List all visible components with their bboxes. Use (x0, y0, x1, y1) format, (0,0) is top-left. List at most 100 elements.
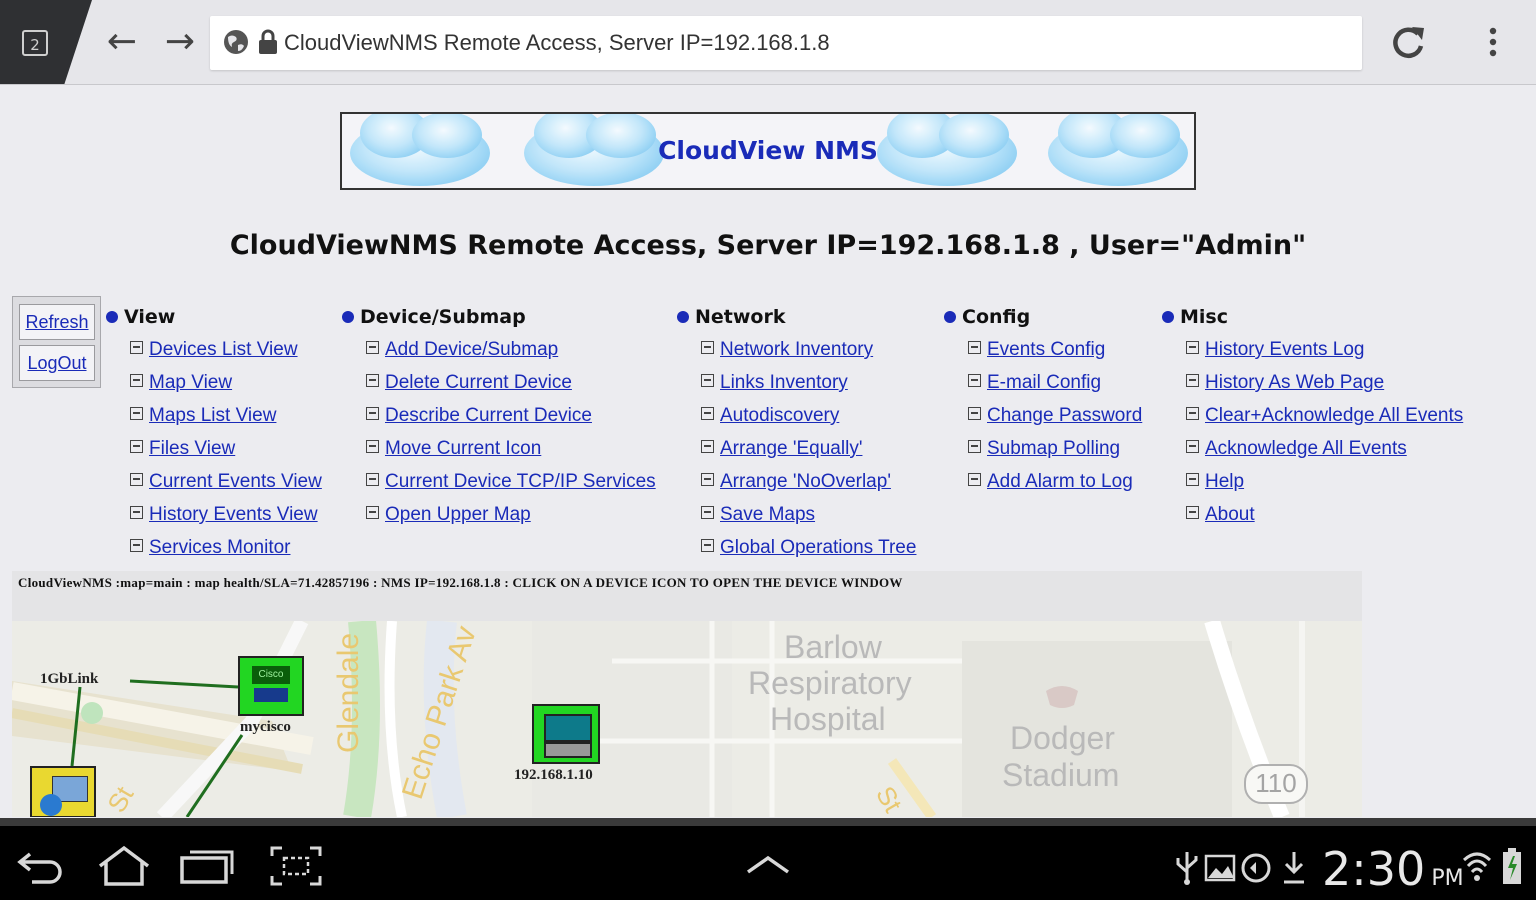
menu-misc: Misc History Events Log History As Web P… (1162, 306, 1463, 525)
minus-box-icon (130, 341, 143, 354)
usb-icon (1176, 852, 1198, 885)
menu-item-save-maps[interactable]: Save Maps (701, 504, 916, 537)
bullet-icon (342, 311, 354, 323)
home-icon[interactable] (94, 844, 154, 888)
cisco-router-icon[interactable]: Cisco (238, 656, 304, 716)
menu-item-arrange-nooverlap[interactable]: Arrange 'NoOverlap' (701, 471, 916, 504)
network-map[interactable]: Barlow Respiratory Hospital Dodger Stadi… (12, 621, 1362, 817)
menu-config: Config Events Config E-mail Config Chang… (944, 306, 1142, 492)
chevron-up-icon[interactable] (744, 852, 792, 876)
screenshot-icon[interactable] (270, 846, 322, 886)
menu-item-autodiscovery[interactable]: Autodiscovery (701, 405, 916, 438)
minus-box-icon (130, 440, 143, 453)
menu-item-global-operations-tree[interactable]: Global Operations Tree (701, 537, 916, 570)
battery-icon (1503, 848, 1521, 884)
map-place-label: Hospital (770, 701, 886, 737)
menu-item-services-monitor[interactable]: Services Monitor (130, 537, 322, 570)
menu-item-describe-device[interactable]: Describe Current Device (366, 405, 656, 438)
menu-item-about[interactable]: About (1186, 504, 1463, 537)
refresh-button[interactable]: Refresh (19, 304, 95, 340)
menu-item-tcpip-services[interactable]: Current Device TCP/IP Services (366, 471, 656, 504)
menu-item-history-events-log[interactable]: History Events Log (1186, 339, 1463, 372)
map-place-label: Stadium (1002, 757, 1120, 793)
highway-shield: 110 (1244, 764, 1308, 804)
minus-box-icon (701, 506, 714, 519)
cisco-icon-label: Cisco (252, 666, 290, 684)
menu-item-add-device[interactable]: Add Device/Submap (366, 339, 656, 372)
menu-device-submap: Device/Submap Add Device/Submap Delete C… (342, 306, 656, 525)
tab-switcher-button[interactable]: 2 (0, 0, 92, 84)
monitor-icon (544, 714, 592, 742)
gallery-icon (1204, 854, 1236, 882)
page-title: CloudViewNMS Remote Access, Server IP=19… (229, 230, 1307, 261)
menu-item-map-view[interactable]: Map View (130, 372, 322, 405)
menu-item-move-icon[interactable]: Move Current Icon (366, 438, 656, 471)
menu-item-files-view[interactable]: Files View (130, 438, 322, 471)
minus-box-icon (1186, 506, 1199, 519)
menu-item-delete-device[interactable]: Delete Current Device (366, 372, 656, 405)
reload-icon[interactable] (1386, 20, 1430, 64)
menu-item-current-events-view[interactable]: Current Events View (130, 471, 322, 504)
network-device-icon[interactable] (30, 766, 96, 817)
menu-item-devices-list-view[interactable]: Devices List View (130, 339, 322, 372)
map-status-line: CloudViewNMS :map=main : map health/SLA=… (12, 571, 1362, 621)
minus-box-icon (968, 374, 981, 387)
overflow-menu-icon[interactable] (1478, 22, 1508, 62)
menu-item-clear-acknowledge[interactable]: Clear+Acknowledge All Events (1186, 405, 1463, 438)
minus-box-icon (1186, 473, 1199, 486)
map-place-label: Dodger (1010, 720, 1115, 756)
menu-item-history-events-view[interactable]: History Events View (130, 504, 322, 537)
menu-item-acknowledge-all[interactable]: Acknowledge All Events (1186, 438, 1463, 471)
bullet-icon (944, 311, 956, 323)
bullet-icon (1162, 311, 1174, 323)
minus-box-icon (701, 539, 714, 552)
minus-box-icon (130, 374, 143, 387)
wifi-icon (1462, 852, 1492, 881)
minus-box-icon (366, 473, 379, 486)
keyboard-icon (544, 742, 592, 758)
address-bar[interactable]: CloudViewNMS Remote Access, Server IP=19… (210, 16, 1362, 70)
device-label[interactable]: mycisco (240, 719, 291, 736)
minus-box-icon (1186, 407, 1199, 420)
menu-item-submap-polling[interactable]: Submap Polling (968, 438, 1142, 471)
back-icon[interactable] (16, 846, 66, 886)
banner-title: CloudView NMS (658, 136, 878, 165)
map-place-label: Barlow (784, 629, 882, 665)
menu-item-history-web-page[interactable]: History As Web Page (1186, 372, 1463, 405)
menu-item-arrange-equally[interactable]: Arrange 'Equally' (701, 438, 916, 471)
menu-item-open-upper-map[interactable]: Open Upper Map (366, 504, 656, 537)
globe-icon (40, 794, 62, 816)
lock-icon (259, 29, 277, 54)
map-place-label: Respiratory (748, 665, 912, 701)
menu-heading: View (106, 306, 175, 334)
minus-box-icon (130, 506, 143, 519)
menu-item-links-inventory[interactable]: Links Inventory (701, 372, 916, 405)
minus-box-icon (968, 341, 981, 354)
menu-item-maps-list-view[interactable]: Maps List View (130, 405, 322, 438)
minus-box-icon (701, 407, 714, 420)
link-label[interactable]: 1GbLink (40, 671, 98, 688)
tab-count-badge: 2 (22, 30, 48, 56)
logout-button[interactable]: LogOut (19, 345, 95, 381)
minus-box-icon (701, 374, 714, 387)
back-arrow-icon[interactable]: ← (100, 20, 144, 64)
menu-item-network-inventory[interactable]: Network Inventory (701, 339, 916, 372)
minus-box-icon (130, 407, 143, 420)
menu-item-change-password[interactable]: Change Password (968, 405, 1142, 438)
minus-box-icon (968, 407, 981, 420)
menu-item-help[interactable]: Help (1186, 471, 1463, 504)
menu-view: View Devices List View Map View Maps Lis… (106, 306, 322, 558)
bullet-icon (677, 311, 689, 323)
minus-box-icon (1186, 374, 1199, 387)
menu-item-add-alarm[interactable]: Add Alarm to Log (968, 471, 1142, 504)
device-label[interactable]: 192.168.1.10 (514, 767, 593, 784)
forward-arrow-icon[interactable]: → (158, 20, 202, 64)
computer-device-icon[interactable] (532, 704, 600, 764)
minus-box-icon (366, 506, 379, 519)
menu-item-email-config[interactable]: E-mail Config (968, 372, 1142, 405)
menu-network: Network Network Inventory Links Inventor… (677, 306, 916, 558)
download-icon (1284, 852, 1304, 884)
minus-box-icon (366, 341, 379, 354)
menu-item-events-config[interactable]: Events Config (968, 339, 1142, 372)
recent-apps-icon[interactable] (178, 846, 238, 886)
